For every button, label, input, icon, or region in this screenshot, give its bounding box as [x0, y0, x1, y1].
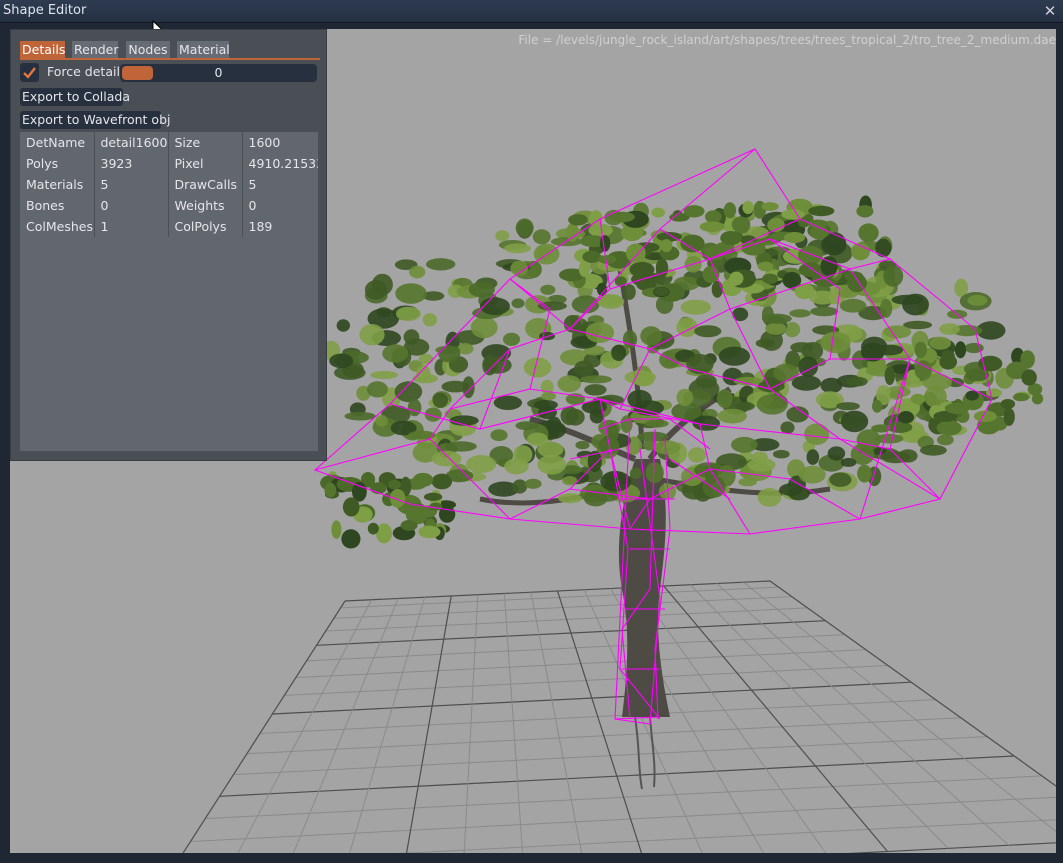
info-value: 189: [248, 219, 273, 234]
ground-grid: [182, 580, 1056, 853]
info-key: ColPolys: [168, 216, 243, 237]
detail-slider[interactable]: 0: [120, 64, 317, 82]
window-title: Shape Editor: [3, 3, 87, 18]
info-value: 0: [94, 195, 169, 216]
info-value: detail1600: [94, 132, 169, 153]
info-row: ColMeshes 1 ColPolys 189: [20, 216, 318, 237]
slider-value: 0: [214, 65, 223, 80]
info-key: ColMeshes: [20, 216, 95, 237]
info-row: DetName detail1600 Size 1600: [20, 132, 318, 153]
info-value: 1: [94, 216, 169, 237]
info-value: 3923: [94, 153, 169, 174]
info-row: Bones 0 Weights 0: [20, 195, 318, 216]
force-detail-row: Force detail 0: [20, 63, 318, 83]
tab-render[interactable]: Render: [72, 41, 119, 58]
info-key: Pixel: [168, 153, 243, 174]
info-row: Materials 5 DrawCalls 5: [20, 174, 318, 195]
check-icon: [23, 67, 36, 79]
info-key: Size: [168, 132, 243, 153]
info-value: 1600: [248, 135, 281, 150]
details-panel: Details Render Nodes Material Force deta…: [10, 29, 327, 461]
close-icon[interactable]: ✕: [1043, 0, 1057, 22]
shape-editor-window: Shape Editor ✕ File = /levels/jungle_roc…: [0, 0, 1063, 863]
tab-material[interactable]: Material: [177, 41, 230, 58]
tab-details[interactable]: Details: [20, 41, 65, 58]
info-key: Weights: [168, 195, 243, 216]
file-path-label: File = /levels/jungle_rock_island/art/sh…: [518, 33, 1056, 47]
export-wavefront-button[interactable]: Export to Wavefront obj: [20, 111, 171, 129]
force-detail-checkbox[interactable]: [20, 63, 39, 82]
detail-info-table: DetName detail1600 Size 1600 Polys 3923 Pixel 4…: [20, 132, 318, 451]
info-key: Materials: [20, 174, 95, 195]
tab-bar: Details Render Nodes Material: [20, 41, 320, 60]
info-key: DetName: [20, 132, 95, 153]
info-value: 5: [248, 177, 257, 192]
info-key: Polys: [20, 153, 95, 174]
export-collada-button[interactable]: Export to Collada: [20, 88, 130, 106]
info-value: 5: [94, 174, 169, 195]
info-row: Polys3923Pixel 4910.215332: [20, 153, 318, 174]
info-key: Bones: [20, 195, 95, 216]
info-value: 0: [248, 198, 257, 213]
force-detail-label: Force detail: [47, 64, 120, 79]
tab-nodes[interactable]: Nodes: [126, 41, 170, 58]
info-key: DrawCalls: [168, 174, 243, 195]
info-value: 4910.215332: [248, 156, 319, 171]
